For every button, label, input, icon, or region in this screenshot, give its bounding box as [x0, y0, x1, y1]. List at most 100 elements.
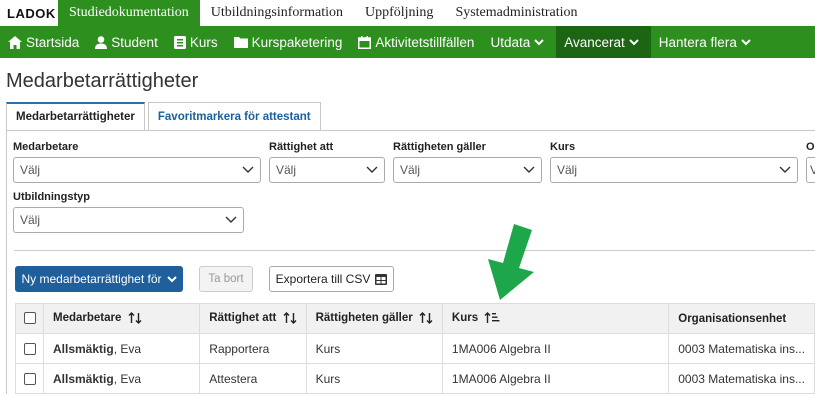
- menu-startsida[interactable]: Startsida: [0, 26, 87, 58]
- topnav-utbildningsinformation[interactable]: Utbildningsinformation: [200, 0, 354, 26]
- menu-student[interactable]: Student: [87, 26, 166, 58]
- tab-medarbetarrattigheter[interactable]: Medarbetarrättigheter: [6, 102, 145, 131]
- cell-rattigheten-galler: Kurs: [305, 363, 443, 394]
- chevron-down-icon: [629, 38, 639, 45]
- tab-favoritmarkera[interactable]: Favoritmarkera för attestant: [147, 102, 321, 131]
- cell-kurs: 1MA006 Algebra II: [441, 363, 670, 394]
- col-medarbetare[interactable]: Medarbetare: [42, 303, 201, 334]
- menu-hantera-flera[interactable]: Hantera flera: [651, 26, 763, 58]
- chevron-down-icon: [242, 166, 254, 173]
- col-rattigheten-galler[interactable]: Rättigheten gäller: [305, 303, 443, 334]
- filter-rattigheten-galler-label: Rättigheten gäller: [393, 141, 486, 153]
- menu-utdata[interactable]: Utdata: [482, 26, 556, 58]
- menu-avancerat-label: Avancerat: [564, 34, 625, 50]
- new-right-button[interactable]: Ny medarbetarrättighet för: [15, 266, 183, 292]
- chevron-down-icon: [779, 166, 791, 173]
- annotation-arrow-icon: [488, 224, 534, 300]
- col-organisationsenhet-label: Organisationsenhet: [678, 312, 787, 325]
- sort-icon: [283, 312, 297, 325]
- filter-org-value: V: [810, 163, 815, 177]
- folder-icon: [233, 37, 248, 48]
- user-icon: [95, 35, 108, 49]
- cell-last-name: Allsmäktig: [53, 341, 114, 356]
- calendar-icon: [358, 35, 372, 49]
- cell-rattighet-att: Rapportera: [199, 333, 307, 364]
- menu-kurspaketering[interactable]: Kurspaketering: [226, 26, 351, 58]
- menu-utdata-label: Utdata: [490, 34, 531, 50]
- filter-kurs-label: Kurs: [550, 141, 576, 153]
- row-checkbox[interactable]: [23, 343, 36, 356]
- cell-first-name: , Eva: [113, 341, 142, 356]
- col-kurs[interactable]: Kurs: [441, 303, 670, 334]
- chevron-down-icon: [741, 38, 751, 45]
- page-title: Medarbetarrättigheter: [6, 70, 199, 92]
- filter-org-label: O: [806, 141, 815, 153]
- menu-aktivitetstillfallen[interactable]: Aktivitetstillfällen: [350, 26, 482, 58]
- sort-icon: [419, 312, 433, 325]
- filter-medarbetare-label: Medarbetare: [13, 141, 79, 153]
- row-select-cell: [15, 363, 44, 394]
- cell-organisationsenhet: 0003 Matematiska ins...: [668, 333, 815, 364]
- export-csv-button[interactable]: Exportera till CSV: [269, 266, 394, 292]
- col-kurs-label: Kurs: [451, 312, 479, 325]
- filter-rattighet-att-label: Rättighet att: [269, 141, 334, 153]
- cell-rattighet-att: Attestera: [199, 363, 307, 394]
- topnav-uppfoljning[interactable]: Uppföljning: [354, 0, 444, 26]
- cell-medarbetare: Allsmäktig, Eva: [42, 363, 201, 394]
- ladok-logo[interactable]: LADOK: [0, 0, 58, 26]
- menu-kurspaketering-label: Kurspaketering: [251, 34, 343, 50]
- top-bar: LADOK Studiedokumentation Utbildningsinf…: [0, 0, 815, 26]
- filter-medarbetare-value: Välj: [20, 163, 41, 177]
- topnav-studiedokumentation[interactable]: Studiedokumentation: [58, 0, 200, 26]
- filter-rattighet-att-value: Välj: [276, 163, 297, 177]
- row-select-cell: [15, 333, 44, 364]
- select-all-cell: [15, 303, 44, 334]
- menu-student-label: Student: [111, 34, 158, 50]
- chevron-down-icon: [225, 216, 237, 223]
- filter-utbildningstyp-value: Välj: [20, 213, 41, 227]
- tab-divider: [6, 130, 815, 131]
- topnav-systemadministration[interactable]: Systemadministration: [444, 0, 588, 26]
- export-csv-label: Exportera till CSV: [275, 272, 371, 286]
- sort-ascending-icon: [484, 312, 500, 324]
- top-nav: Studiedokumentation Utbildningsinformati…: [58, 0, 589, 26]
- remove-button[interactable]: Ta bort: [199, 266, 253, 292]
- menu-kurs[interactable]: Kurs: [166, 26, 226, 58]
- filter-kurs-select[interactable]: Välj: [550, 157, 798, 183]
- cell-medarbetare: Allsmäktig, Eva: [42, 333, 201, 364]
- table-row[interactable]: Allsmäktig, Eva Rapportera Kurs 1MA006 A…: [15, 333, 815, 364]
- cell-kurs: 1MA006 Algebra II: [441, 333, 670, 364]
- filter-kurs-value: Välj: [557, 163, 578, 177]
- col-rattigheten-galler-label: Rättigheten gäller: [315, 312, 413, 325]
- select-all-checkbox[interactable]: [23, 312, 36, 325]
- cell-last-name: Allsmäktig: [53, 371, 114, 386]
- row-checkbox[interactable]: [23, 373, 36, 386]
- menu-kurs-label: Kurs: [189, 34, 218, 50]
- main-menu: Startsida Student Kurs Kurspaketering Ak…: [0, 26, 815, 58]
- filter-medarbetare-select[interactable]: Välj: [13, 157, 261, 183]
- rights-table: Medarbetare Rättighet att Rättigheten gä…: [15, 303, 815, 394]
- col-rattighet-att-label: Rättighet att: [209, 312, 277, 325]
- table-header-row: Medarbetare Rättighet att Rättigheten gä…: [15, 303, 815, 334]
- filter-utbildningstyp-select[interactable]: Välj: [13, 207, 244, 233]
- chevron-down-icon: [523, 166, 535, 173]
- new-right-label: Ny medarbetarrättighet för: [21, 272, 162, 286]
- cell-first-name: , Eva: [113, 371, 142, 386]
- menu-startsida-label: Startsida: [26, 34, 80, 50]
- chevron-down-icon: [534, 38, 544, 45]
- home-icon: [8, 35, 22, 49]
- menu-avancerat[interactable]: Avancerat: [556, 26, 651, 58]
- col-rattighet-att[interactable]: Rättighet att: [199, 303, 307, 334]
- filter-rattighet-att-select[interactable]: Välj: [269, 157, 385, 183]
- sort-icon: [128, 312, 142, 325]
- filter-org-select[interactable]: V: [806, 157, 815, 183]
- menu-aktivitetstillfallen-label: Aktivitetstillfällen: [375, 34, 475, 50]
- chevron-down-icon: [166, 275, 177, 282]
- filter-rattigheten-galler-select[interactable]: Välj: [393, 157, 542, 183]
- book-icon: [173, 35, 186, 49]
- table-row[interactable]: Allsmäktig, Eva Attestera Kurs 1MA006 Al…: [15, 363, 815, 394]
- tab-bar: Medarbetarrättigheter Favoritmarkera för…: [6, 102, 324, 131]
- cell-organisationsenhet: 0003 Matematiska ins...: [668, 363, 815, 394]
- section-divider: [14, 250, 815, 251]
- col-organisationsenhet[interactable]: Organisationsenhet: [668, 303, 815, 334]
